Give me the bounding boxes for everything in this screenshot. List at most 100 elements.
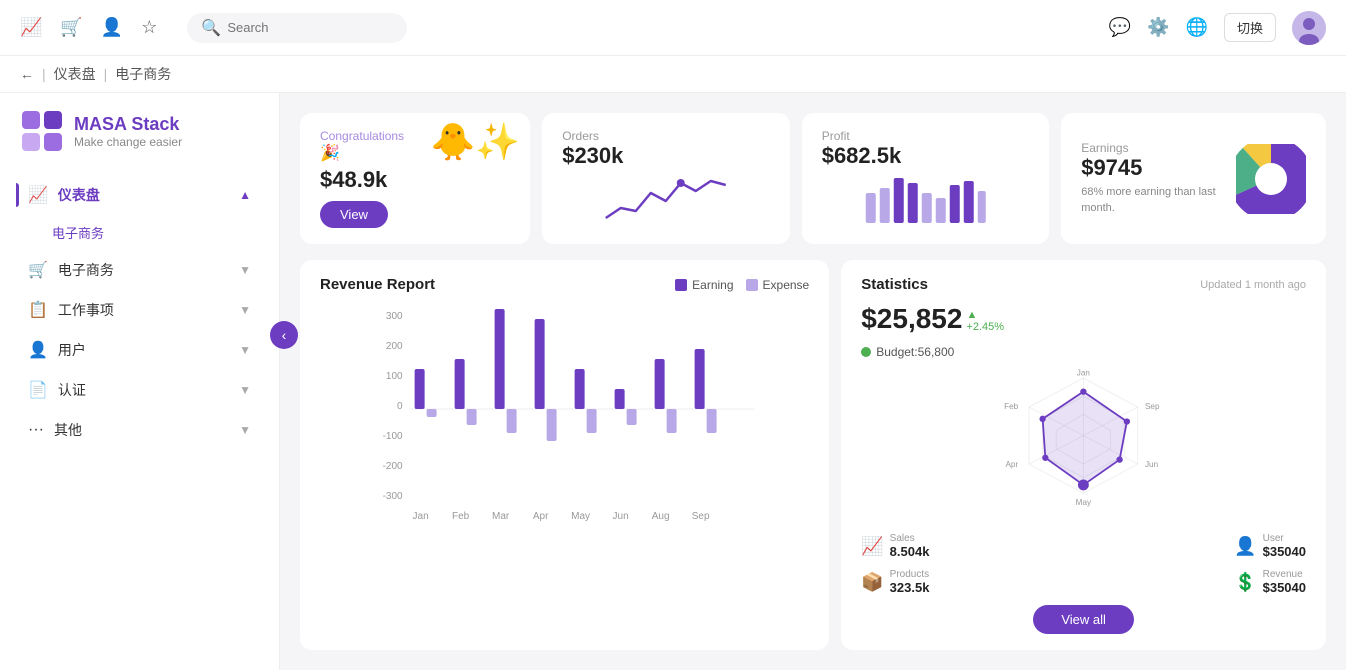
budget-dot [861,347,871,357]
profit-card: Profit $682.5k [802,113,1050,244]
sidebar-tasks-label: 工作事项 [58,300,114,320]
radar-chart: Jan Sep Jun May Apr Feb [861,369,1306,523]
legend-earning: Earning [675,278,733,292]
users-arrow: ▼ [239,343,251,357]
profit-label: Profit [822,129,1030,143]
auth-arrow: ▼ [239,383,251,397]
search-input[interactable] [227,20,393,35]
delta-arrow: ▲ [966,309,977,321]
statistics-header: Statistics Updated 1 month ago [861,276,1306,293]
tasks-icon: 📋 [28,300,48,320]
svg-text:Apr: Apr [1006,460,1019,469]
revenue-header: Revenue Report Earning Expense [320,276,809,293]
svg-text:May: May [1076,498,1092,507]
breadcrumb-ecommerce[interactable]: 电子商务 [115,64,171,84]
delta-pct: +2.45% [966,321,1004,333]
mini-stats-row2: 📦 Products 323.5k 💲 Revenue $35040 [861,569,1306,595]
products-icon: 📦 [861,572,883,593]
svg-text:Feb: Feb [452,511,470,521]
sidebar-other-label: 其他 [54,420,82,440]
top-nav-right: 💬 ⚙️ 🌐 切换 [1109,11,1326,45]
budget-row: Budget:56,800 [861,345,1306,359]
products-value: 323.5k [890,580,930,595]
earnings-label: Earnings [1081,141,1224,155]
search-bar[interactable]: 🔍 [187,13,407,43]
user-stat-icon: 👤 [1234,536,1256,557]
earnings-card: Earnings $9745 68% more earning than las… [1061,113,1326,244]
mini-stats-row: 📈 Sales 8.504k 👤 User $35040 [861,533,1306,559]
congrats-value: $48.9k [320,167,510,193]
dashboard-arrow: ▲ [239,188,251,202]
star-icon[interactable]: ☆ [141,17,157,38]
statistics-title: Statistics [861,276,928,293]
budget-label: Budget:56,800 [876,345,954,359]
sales-stat: 📈 Sales 8.504k [861,533,929,559]
svg-text:100: 100 [386,371,403,382]
view-button[interactable]: View [320,201,388,228]
legend-earning-dot [675,279,687,291]
avatar[interactable] [1292,11,1326,45]
view-all-button[interactable]: View all [1033,605,1134,634]
cart-icon[interactable]: 🛒 [60,17,82,38]
sales-trend-icon: 📈 [861,536,883,557]
settings-icon[interactable]: ⚙️ [1147,17,1169,38]
orders-card: Orders $230k [542,113,790,244]
svg-text:Jun: Jun [613,511,629,521]
back-button[interactable]: ← [20,66,34,82]
earnings-note: 68% more earning than last month. [1081,185,1224,216]
svg-text:Sep: Sep [692,511,710,521]
sidebar-item-other[interactable]: ··· 其他 ▼ [16,410,263,450]
switch-button[interactable]: 切换 [1224,13,1276,42]
top-navigation: 📈 🛒 👤 ☆ 🔍 💬 ⚙️ 🌐 切换 [0,0,1346,56]
translate-icon[interactable]: 🌐 [1186,17,1208,38]
orders-label: Orders [562,129,770,143]
revenue-card: Revenue Report Earning Expense 300 200 [300,260,829,650]
statistics-panel: Statistics Updated 1 month ago $25,852 ▲… [841,260,1326,650]
breadcrumb-sep1: | [42,66,46,82]
revenue-icon: 💲 [1234,572,1256,593]
auth-icon: 📄 [28,380,48,400]
orders-value: $230k [562,143,770,169]
users-icon: 👤 [28,340,48,360]
dashboard-icon: 📈 [28,185,48,205]
svg-text:Aug: Aug [652,511,670,521]
sidebar-dashboard-label: 仪表盘 [58,185,100,205]
congrats-image: 🐥✨ [431,121,521,163]
svg-text:300: 300 [386,311,403,322]
sidebar-item-dashboard[interactable]: 📈 仪表盘 ▲ [16,175,263,215]
sales-label: Sales [890,533,930,544]
sidebar-item-tasks[interactable]: 📋 工作事项 ▼ [16,290,263,330]
other-arrow: ▼ [239,423,251,437]
main-layout: MASA Stack Make change easier 📈 仪表盘 ▲ 电子… [0,93,1346,670]
profit-chart [822,173,1030,223]
sidebar-item-ecommerce[interactable]: 🛒 电子商务 ▼ [16,250,263,290]
svg-text:Jan: Jan [1077,369,1090,377]
breadcrumb: ← | 仪表盘 | 电子商务 [0,56,1346,93]
revenue-label: Revenue [1263,569,1306,580]
user-nav-icon[interactable]: 👤 [101,17,123,38]
breadcrumb-sep2: | [104,66,108,82]
other-icon: ··· [28,421,44,439]
statistics-big-value: $25,852 [861,303,962,335]
svg-text:-300: -300 [383,491,403,502]
svg-text:Feb: Feb [1004,402,1019,411]
svg-text:200: 200 [386,341,403,352]
sidebar-nav: 📈 仪表盘 ▲ 电子商务 🛒 电子商务 ▼ 📋 工作事项 ▼ 👤 用户 ▼ [0,169,279,456]
ecommerce-icon: 🛒 [28,260,48,280]
sidebar-item-auth[interactable]: 📄 认证 ▼ [16,370,263,410]
message-icon[interactable]: 💬 [1109,17,1131,38]
products-label: Products [890,569,930,580]
trend-icon[interactable]: 📈 [20,17,42,38]
revenue-title: Revenue Report [320,276,663,293]
legend-expense-label: Expense [763,278,810,292]
sidebar-sub-ecommerce[interactable]: 电子商务 [16,215,263,250]
sidebar-item-users[interactable]: 👤 用户 ▼ [16,330,263,370]
revenue-stat: 💲 Revenue $35040 [1234,569,1306,595]
breadcrumb-dashboard[interactable]: 仪表盘 [54,64,96,84]
svg-text:Jun: Jun [1145,460,1158,469]
sidebar-collapse-button[interactable]: ‹ [270,321,298,349]
search-icon: 🔍 [201,18,221,38]
sidebar-ecommerce-label: 电子商务 [58,260,114,280]
svg-text:Jan: Jan [413,511,429,521]
svg-text:0: 0 [397,401,403,412]
